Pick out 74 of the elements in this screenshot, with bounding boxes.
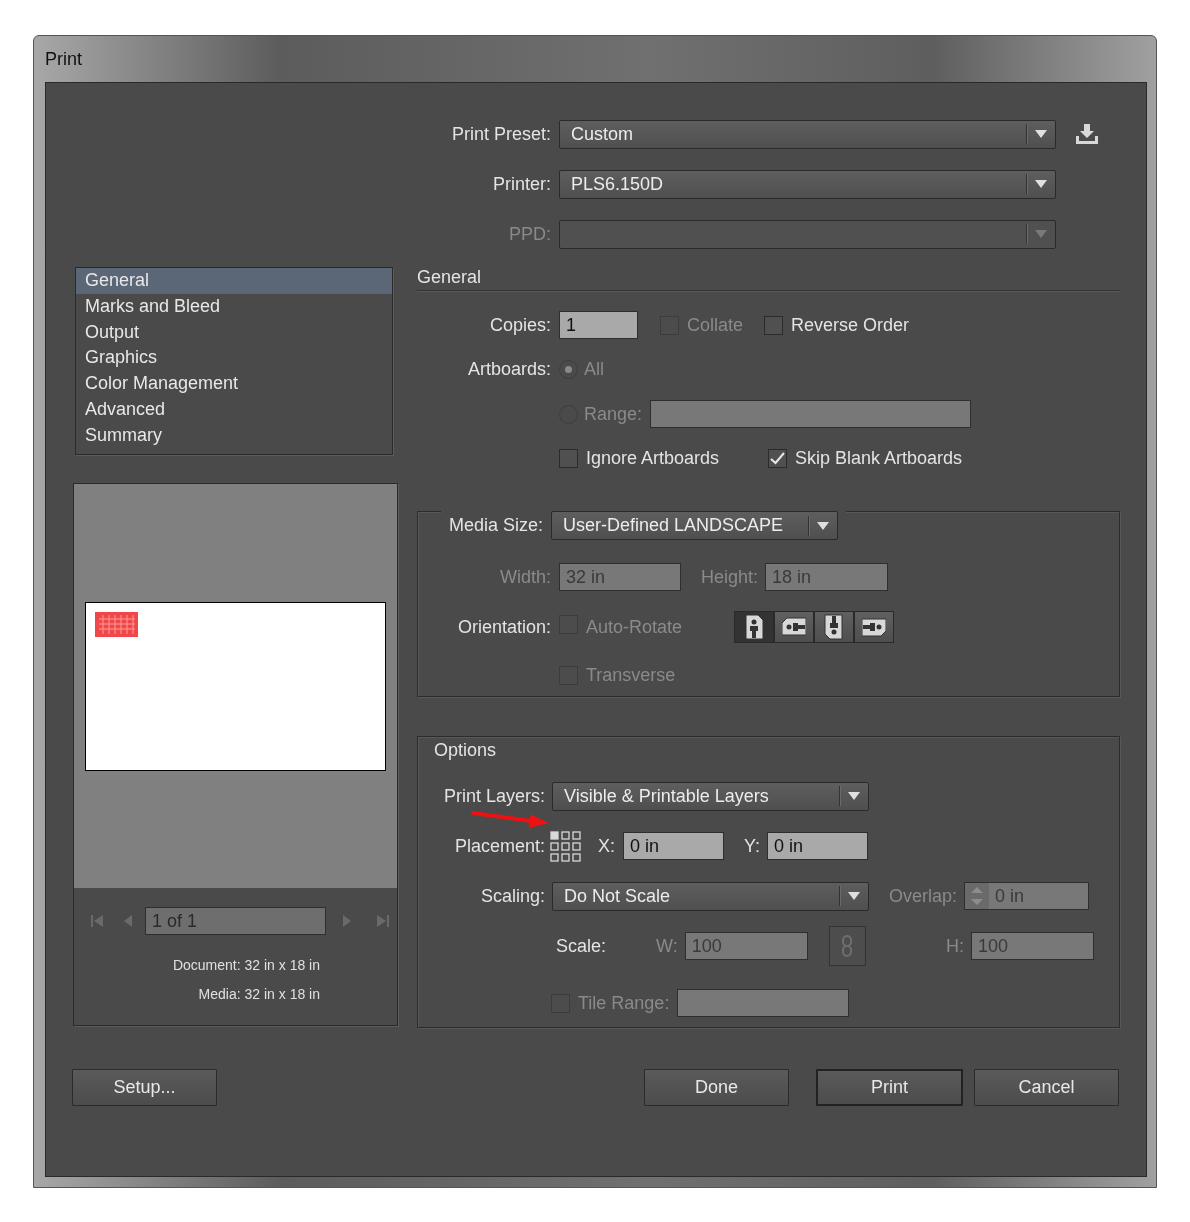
document-size-text: Document: 32 in x 18 in	[172, 956, 320, 975]
field-label: Print Preset:	[450, 122, 551, 146]
checkbox-label: Auto-Rotate	[586, 615, 683, 639]
checkbox-label: Ignore Artboards	[586, 446, 720, 470]
category-item[interactable]: Marks and Bleed	[76, 293, 392, 320]
dialog-button[interactable]: Done	[644, 1069, 789, 1106]
previous-page-icon[interactable]	[123, 914, 132, 928]
checkbox[interactable]	[559, 448, 578, 468]
field-label: H:	[946, 934, 964, 958]
field-label: Printer:	[491, 172, 551, 196]
field-label: Placement:	[453, 834, 545, 858]
orientation-button[interactable]	[774, 611, 814, 643]
dialog-button[interactable]: Cancel	[974, 1069, 1119, 1106]
printer-dropdown[interactable]: PLS6.150D	[559, 169, 1056, 199]
dialog-button[interactable]: Print	[816, 1069, 963, 1106]
checkbox-label: Transverse	[586, 663, 676, 687]
placement-grid-icon[interactable]	[550, 830, 581, 862]
field-label: Scale:	[556, 934, 608, 958]
field-label: Width:	[499, 565, 551, 589]
category-item[interactable]: General	[76, 268, 392, 294]
checkbox-label: Skip Blank Artboards	[795, 446, 963, 470]
window-title: Print	[45, 47, 82, 71]
save-preset-icon[interactable]	[1075, 123, 1099, 145]
caret-icon	[1035, 230, 1047, 238]
field-label: Scaling:	[479, 884, 545, 908]
caret-icon	[848, 892, 860, 900]
checkbox-label: Reverse Order	[791, 313, 910, 337]
checkbox-label: Collate	[687, 313, 744, 337]
caret-icon	[1035, 180, 1047, 188]
category-item[interactable]: Color Management	[76, 371, 392, 397]
dialog-button[interactable]: Setup...	[72, 1069, 217, 1106]
category-item[interactable]: Graphics	[76, 345, 392, 372]
field-label: Y:	[744, 834, 761, 858]
orientation-button[interactable]	[814, 611, 854, 643]
preset-dropdown[interactable]: Custom	[559, 119, 1056, 149]
section-title: General	[417, 267, 482, 287]
scaling-dropdown[interactable]: Do Not Scale	[552, 881, 869, 911]
section-title: Options	[434, 739, 497, 762]
category-item[interactable]: Summary	[76, 422, 392, 449]
first-page-icon[interactable]	[90, 914, 104, 928]
field-label: Copies:	[488, 313, 551, 337]
page-figure-icon	[822, 614, 846, 640]
caret-icon	[817, 521, 830, 530]
radio-label: Range:	[584, 402, 643, 426]
caret-icon	[1035, 130, 1047, 138]
field-label: Overlap:	[889, 884, 958, 908]
category-item[interactable]: Output	[76, 319, 392, 346]
print-layers-dropdown[interactable]: Visible & Printable Layers	[552, 781, 869, 811]
radio-label: All	[584, 357, 604, 381]
field-label: Artboards:	[466, 357, 551, 381]
orientation-button[interactable]	[854, 611, 894, 643]
field-label: PPD:	[508, 222, 551, 246]
media-size-dropdown[interactable]: User-Defined LANDSCAPE	[551, 511, 839, 540]
copies-field[interactable]: 1	[559, 311, 638, 339]
media-size-text: Media: 32 in x 18 in	[198, 985, 320, 1004]
caret-icon	[848, 792, 860, 800]
checkbox[interactable]	[764, 315, 784, 335]
field-label: Orientation:	[456, 615, 551, 639]
field-label: W:	[656, 934, 678, 958]
checkbox-label: Tile Range:	[578, 991, 670, 1015]
artwork-thumbnail	[95, 611, 138, 637]
x-field[interactable]: 0 in	[623, 832, 724, 860]
field-label: Media Size:	[449, 514, 544, 537]
field-label: Height:	[701, 565, 759, 589]
last-page-icon[interactable]	[376, 914, 390, 928]
field-label: X:	[598, 834, 615, 858]
category-item[interactable]: Advanced	[76, 397, 392, 423]
field-label: Print Layers:	[442, 784, 545, 808]
orientation-button[interactable]	[734, 611, 774, 643]
link-button[interactable]	[828, 926, 866, 966]
chain-link-icon	[841, 934, 854, 958]
next-page-icon[interactable]	[343, 914, 352, 928]
y-field[interactable]: 0 in	[767, 832, 869, 860]
checkbox[interactable]	[768, 448, 787, 468]
